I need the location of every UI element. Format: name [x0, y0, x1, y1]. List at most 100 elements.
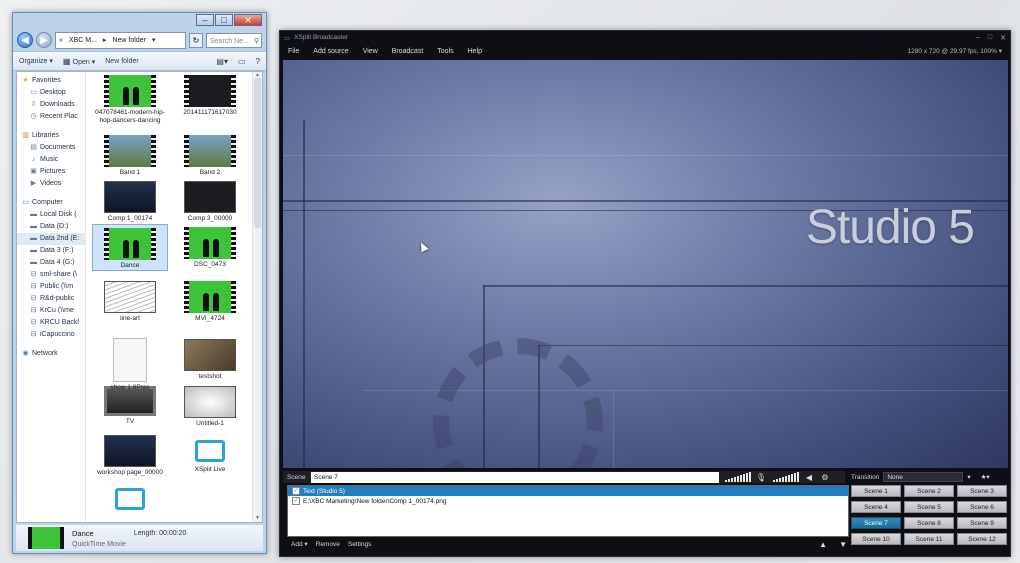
move-down-icon[interactable]: ▼ [839, 540, 847, 549]
source-visibility-checkbox[interactable]: ✓ [292, 487, 300, 495]
nav-item[interactable]: ⇩ Downloads [17, 99, 85, 111]
nav-item[interactable]: ⊟ KrCu (\\me [17, 305, 85, 317]
menu-item[interactable]: Tools [437, 48, 453, 55]
scene-button[interactable]: Scene 3 [957, 485, 1007, 497]
nav-item[interactable]: ▶ Videos [17, 178, 85, 190]
broadcast-preview[interactable]: Studio 5 [283, 60, 1008, 468]
close-button[interactable]: ✕ [234, 14, 262, 26]
audio-settings-gear-icon[interactable]: ⚙ [819, 472, 831, 483]
organize-button[interactable]: Organize ▾ [19, 57, 53, 65]
file-item[interactable]: Band 1 [92, 132, 168, 177]
scene-button[interactable]: Scene 5 [904, 501, 954, 513]
scene-button[interactable]: Scene 9 [957, 517, 1007, 529]
nav-item[interactable]: ▭ Computer [17, 197, 85, 209]
source-visibility-checkbox[interactable]: ✓ [292, 497, 300, 505]
menu-item[interactable]: View [363, 48, 378, 55]
new-folder-button[interactable]: New folder [105, 58, 138, 65]
source-row[interactable]: ✓ E:\XBC Marketing\New folder\Comp 1_0017… [288, 496, 848, 506]
transition-dropdown-icon[interactable]: ▾ [967, 473, 970, 481]
nav-item[interactable]: ▬ Data 2nd (E: [17, 233, 85, 245]
source-row[interactable]: ✓ Text (Studio 5) [288, 486, 848, 496]
nav-item[interactable]: ◉ Network [17, 348, 85, 360]
nav-item[interactable]: ▬ Data 3 (F:) [17, 245, 85, 257]
nav-item[interactable]: ▬ Local Disk ( [17, 209, 85, 221]
address-segment[interactable]: New folder [112, 33, 145, 48]
resolution-indicator[interactable]: 1280 x 720 @ 29.97 fps, 100% ▾ [908, 47, 1002, 55]
scene-button[interactable]: Scene 2 [904, 485, 954, 497]
address-segment[interactable]: ▾ [152, 33, 156, 48]
nav-item[interactable]: ★ Favorites [17, 75, 85, 87]
menu-item[interactable]: File [288, 48, 299, 55]
nav-item[interactable]: ♪ Music [17, 154, 85, 166]
menu-item[interactable]: Help [468, 48, 482, 55]
search-input[interactable]: Search Ne... ⚲ [206, 32, 262, 48]
address-segment[interactable]: XBC M... [69, 33, 97, 48]
nav-item[interactable]: ⊟ R&d-public [17, 293, 85, 305]
microphone-icon[interactable]: 🎙 [755, 472, 767, 483]
view-options-icon[interactable]: ▤▾ [216, 57, 228, 66]
maximize-button[interactable]: □ [215, 14, 233, 26]
file-item[interactable]: 047078461-modern-hip-hop-dancers-dancing [92, 72, 168, 124]
refresh-icon[interactable]: ↻ [189, 32, 203, 48]
file-item[interactable]: Comp 3_00000 [172, 178, 248, 223]
xsplit-titlebar[interactable]: ▭ XSplit Broadcaster ‒ □ ✕ [280, 31, 1010, 44]
move-up-icon[interactable]: ▲ [819, 540, 827, 549]
file-item[interactable]: workshop page_00000 [92, 432, 168, 477]
nav-item[interactable]: ▣ Pictures [17, 166, 85, 178]
preview-pane-icon[interactable]: ▭ [238, 57, 246, 66]
back-icon[interactable]: ◀ [17, 32, 33, 48]
maximize-button[interactable]: □ [988, 34, 992, 41]
file-item[interactable]: XSplit Live [172, 432, 248, 474]
scroll-down-icon[interactable]: ▼ [253, 515, 262, 522]
minimize-button[interactable]: ‒ [976, 34, 980, 41]
scene-button[interactable]: Scene 12 [957, 533, 1007, 545]
nav-item[interactable]: ⊟ iCapuccino [17, 329, 85, 341]
scene-button[interactable]: Scene 11 [904, 533, 954, 545]
nav-item[interactable]: ▭ Desktop [17, 87, 85, 99]
nav-item[interactable]: ⊟ Public (\\m [17, 281, 85, 293]
file-item[interactable]: 201411171617030 [172, 72, 248, 117]
nav-item[interactable]: ▥ Libraries [17, 130, 85, 142]
source-settings-button[interactable]: Settings [348, 541, 372, 548]
forward-icon[interactable]: ▶ [36, 32, 52, 48]
add-source-button[interactable]: Add ▾ [291, 540, 308, 548]
file-item[interactable]: Band 2 [172, 132, 248, 177]
scene-button[interactable]: Scene 7 [851, 517, 901, 529]
menu-item[interactable]: Add source [313, 48, 348, 55]
file-item[interactable]: Comp 1_00174 [92, 178, 168, 223]
remove-source-button[interactable]: Remove [316, 541, 340, 548]
address-segment[interactable]: ▸ [103, 33, 107, 48]
help-icon[interactable]: ? [256, 57, 260, 66]
file-item[interactable]: MVI_4724 [172, 278, 248, 323]
nav-item[interactable]: ◷ Recent Plac [17, 111, 85, 123]
favorite-star-icon[interactable]: ★▾ [981, 473, 990, 481]
scene-button[interactable]: Scene 6 [957, 501, 1007, 513]
address-bar[interactable]: « XBC M... ▸ New folder ▾ [55, 31, 186, 49]
transition-select[interactable]: None [883, 472, 964, 482]
file-item[interactable]: line-art [92, 278, 168, 323]
nav-item[interactable]: ▬ Data (D:) [17, 221, 85, 233]
nav-item[interactable]: ⊟ KRCU Backl [17, 317, 85, 329]
file-item[interactable] [92, 480, 168, 514]
file-item[interactable]: show 1.8Pres [92, 336, 168, 392]
open-button[interactable]: ▦ Open ▾ [63, 57, 95, 66]
close-button[interactable]: ✕ [1000, 34, 1006, 42]
address-segment[interactable]: « [59, 33, 63, 48]
scene-button[interactable]: Scene 4 [851, 501, 901, 513]
minimize-button[interactable]: ‒ [196, 14, 214, 26]
speaker-icon[interactable]: ◀ [803, 472, 815, 483]
file-item[interactable]: DSC_0473 [172, 224, 248, 269]
nav-item[interactable]: ▬ Data 4 (G:) [17, 257, 85, 269]
nav-item[interactable]: ▤ Documents [17, 142, 85, 154]
file-item[interactable]: testshot [172, 336, 248, 381]
nav-item[interactable]: ⊟ sml-share (\ [17, 269, 85, 281]
file-pane-scrollbar[interactable]: ▲ ▼ [252, 72, 262, 522]
scene-button[interactable]: Scene 8 [904, 517, 954, 529]
file-item[interactable]: Dance [92, 224, 168, 271]
explorer-titlebar[interactable]: ‒ □ ✕ [13, 13, 266, 29]
scroll-thumb[interactable] [254, 78, 261, 228]
scene-button[interactable]: Scene 10 [851, 533, 901, 545]
scene-button[interactable]: Scene 1 [851, 485, 901, 497]
file-item[interactable]: Untitled-1 [172, 383, 248, 428]
menu-item[interactable]: Broadcast [392, 48, 424, 55]
